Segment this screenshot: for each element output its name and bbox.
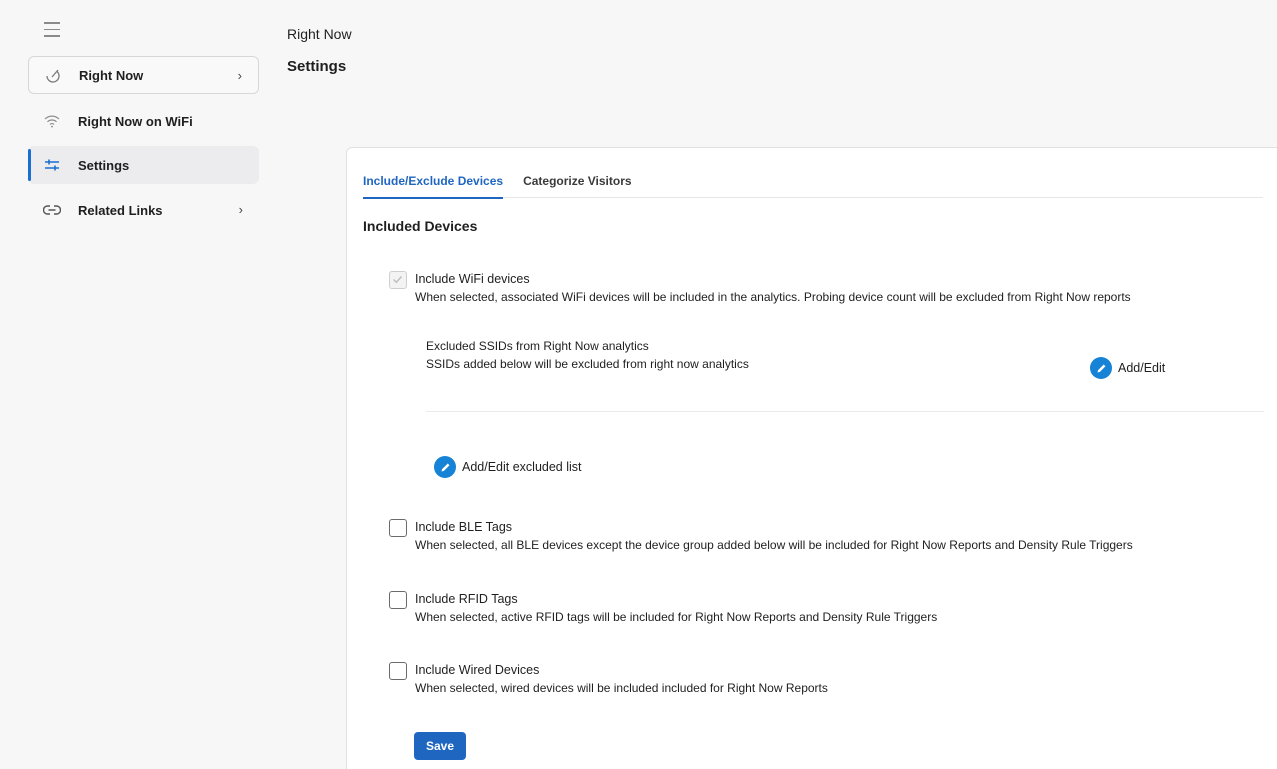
excluded-ssids-desc: SSIDs added below will be excluded from … (426, 357, 749, 371)
right-now-icon (43, 65, 63, 85)
add-edit-label: Add/Edit (1118, 361, 1166, 375)
check-icon (393, 276, 403, 284)
add-edit-excluded-list-button[interactable]: Add/Edit excluded list (434, 456, 582, 478)
hamburger-menu-icon[interactable] (44, 22, 64, 38)
sidebar-item-label: Right Now on WiFi (78, 113, 193, 129)
sidebar-item-label: Right Now (79, 67, 144, 83)
breadcrumb[interactable]: Right Now (287, 26, 352, 42)
sliders-icon (42, 155, 62, 175)
sidebar: Right Now › Right Now on WiFi Settings R… (0, 0, 268, 769)
sidebar-item-label: Related Links (78, 202, 163, 218)
divider (426, 411, 1264, 412)
tab-categorize-visitors[interactable]: Categorize Visitors (523, 168, 631, 198)
link-icon (42, 200, 62, 220)
save-button[interactable]: Save (414, 732, 466, 760)
sidebar-item-label: Settings (78, 157, 130, 173)
excluded-ssids-title: Excluded SSIDs from Right Now analytics (426, 339, 649, 353)
include-ble-label: Include BLE Tags (415, 520, 513, 534)
include-wifi-label: Include WiFi devices (415, 272, 530, 286)
include-wired-label: Include Wired Devices (415, 663, 540, 677)
include-rfid-checkbox[interactable] (389, 591, 407, 609)
pencil-icon (434, 456, 456, 478)
sidebar-item-related-links[interactable]: Related Links › (28, 191, 259, 229)
include-rfid-label: Include RFID Tags (415, 592, 518, 606)
include-wifi-checkbox[interactable] (389, 271, 407, 289)
sidebar-item-settings[interactable]: Settings (28, 146, 259, 184)
tab-include-exclude-devices[interactable]: Include/Exclude Devices (363, 168, 504, 199)
include-rfid-desc: When selected, active RFID tags will be … (415, 610, 938, 624)
add-edit-ssids-button[interactable]: Add/Edit (1090, 357, 1165, 379)
include-ble-desc: When selected, all BLE devices except th… (415, 538, 1133, 552)
tab-bar: Include/Exclude Devices Categorize Visit… (363, 168, 1263, 199)
include-wifi-desc: When selected, associated WiFi devices w… (415, 290, 1131, 304)
include-wired-checkbox[interactable] (389, 662, 407, 680)
excluded-ssids-section: Excluded SSIDs from Right Now analytics … (426, 337, 749, 373)
chevron-right-icon: › (238, 202, 243, 217)
include-wired-desc: When selected, wired devices will be inc… (415, 681, 828, 695)
add-edit-excluded-label: Add/Edit excluded list (462, 460, 582, 474)
sidebar-item-right-now-on-wifi[interactable]: Right Now on WiFi (28, 102, 259, 140)
settings-card: Include/Exclude Devices Categorize Visit… (346, 147, 1277, 769)
page-title: Settings (287, 58, 347, 75)
section-title: Included Devices (363, 218, 478, 234)
include-ble-checkbox[interactable] (389, 519, 407, 537)
chevron-right-icon: › (237, 68, 242, 83)
wifi-icon (42, 111, 62, 131)
sidebar-item-right-now[interactable]: Right Now › (28, 56, 259, 94)
pencil-icon (1090, 357, 1112, 379)
